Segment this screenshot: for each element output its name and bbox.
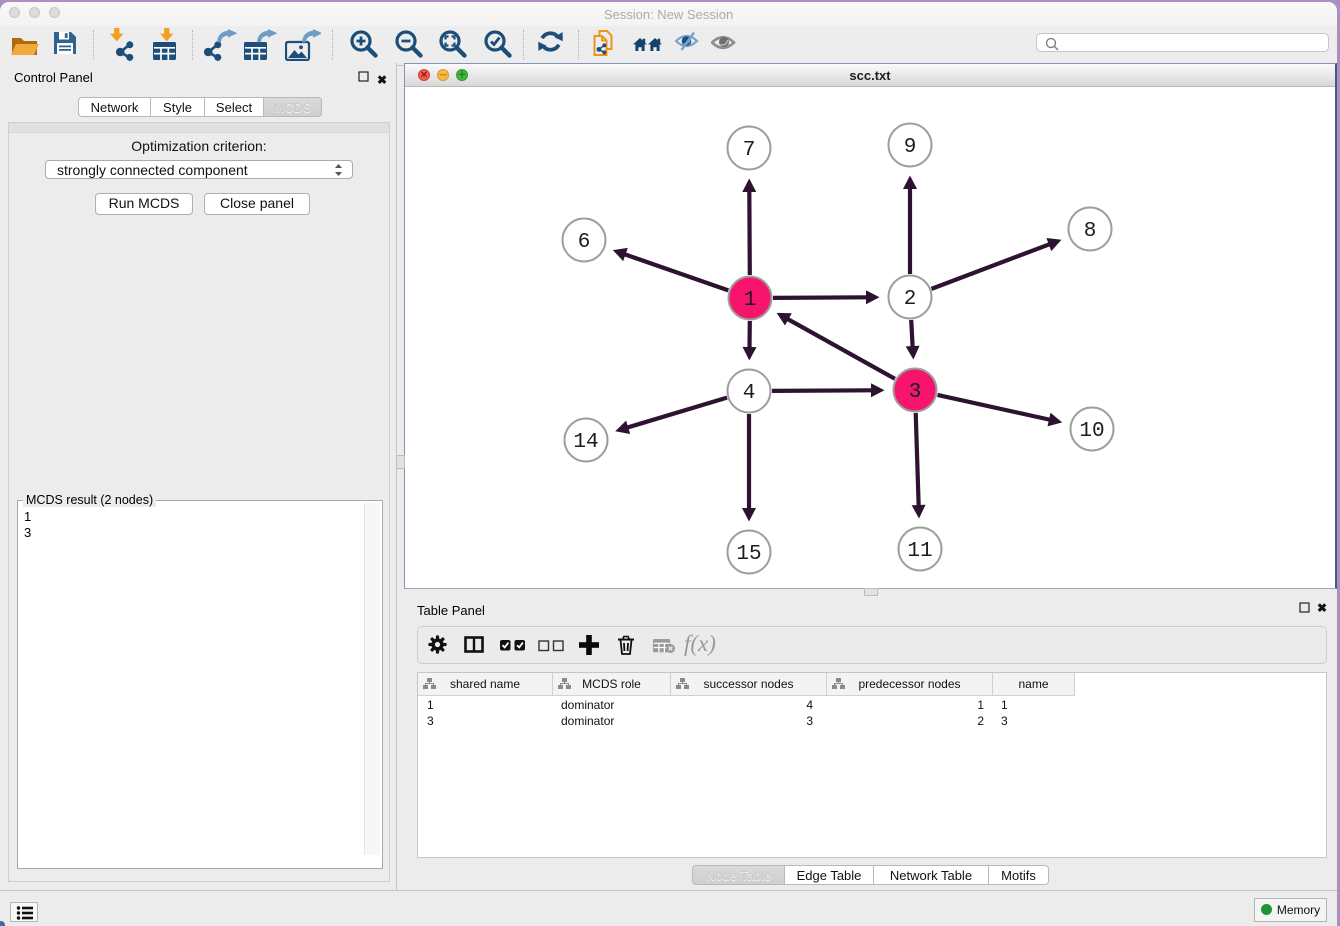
svg-text:4: 4 (743, 382, 756, 405)
svg-text:14: 14 (573, 431, 598, 454)
svg-text:2: 2 (904, 288, 917, 311)
svg-text:3: 3 (909, 381, 922, 404)
svg-text:9: 9 (904, 136, 917, 159)
svg-text:6: 6 (578, 231, 591, 254)
svg-text:11: 11 (907, 540, 932, 563)
svg-text:10: 10 (1079, 420, 1104, 443)
svg-text:7: 7 (743, 139, 756, 162)
svg-text:8: 8 (1084, 220, 1097, 243)
svg-text:1: 1 (744, 289, 757, 312)
svg-text:15: 15 (736, 543, 761, 566)
